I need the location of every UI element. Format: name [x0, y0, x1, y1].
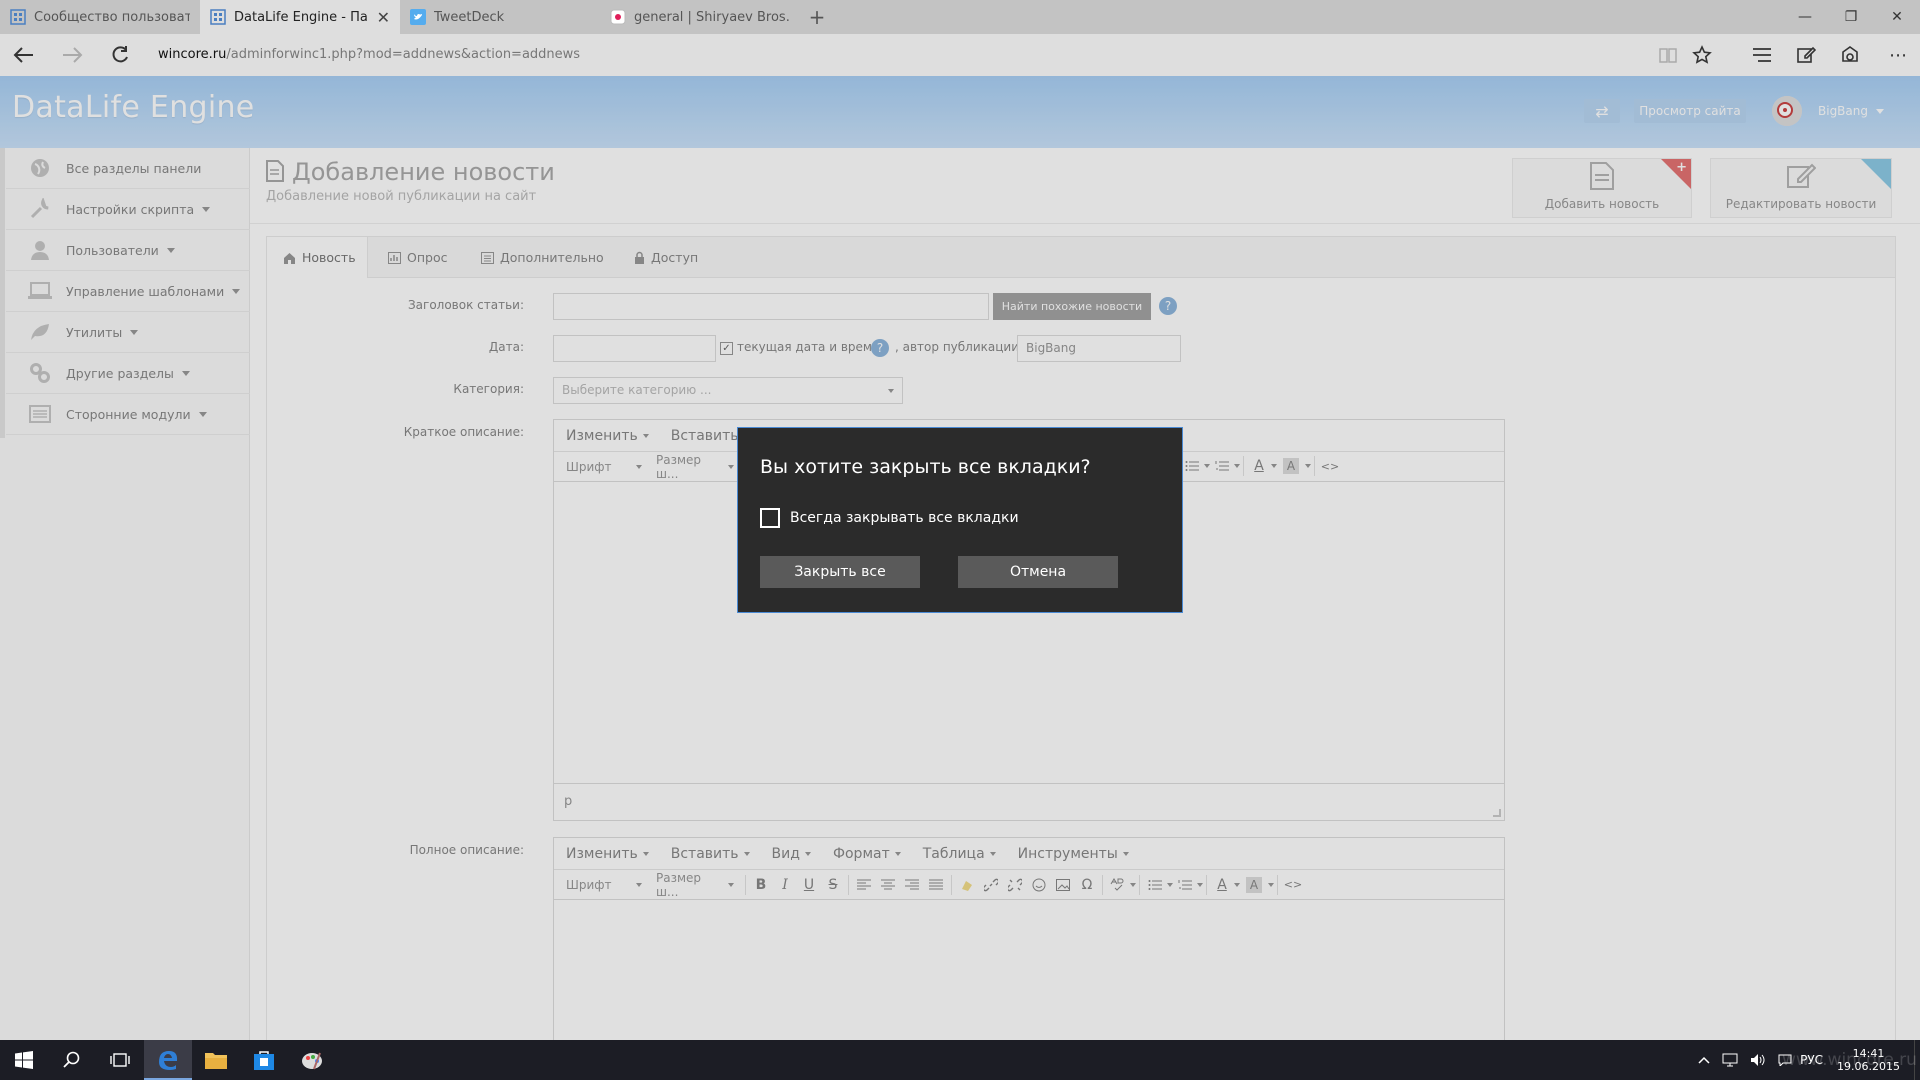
star-icon [1692, 45, 1712, 64]
close-tabs-dialog: Вы хотите закрыть все вкладки? Всегда за… [737, 427, 1183, 613]
close-window-button[interactable]: ✕ [1874, 0, 1920, 34]
browser-tab-title: Сообщество пользователей [34, 9, 190, 25]
browser-tab[interactable]: Сообщество пользователей [0, 0, 200, 34]
share-icon [1842, 46, 1858, 62]
paint-icon [302, 1052, 322, 1070]
watermark: www.wincore.ru [1782, 1050, 1917, 1070]
dialog-title: Вы хотите закрыть все вкладки? [760, 456, 1091, 478]
close-all-button[interactable]: Закрыть все [760, 556, 920, 588]
close-tab-icon[interactable]: ✕ [377, 8, 390, 27]
forward-button[interactable] [52, 34, 92, 76]
network-icon[interactable] [1722, 1053, 1738, 1067]
store-taskbar-icon[interactable] [240, 1040, 288, 1080]
url-path: /adminforwinc1.php?mod=addnews&action=ad… [226, 47, 581, 62]
always-close-label[interactable]: Всегда закрывать все вкладки [790, 508, 1019, 528]
favorite-button[interactable] [1682, 34, 1722, 76]
browser-tab-title: general | Shiryaev Bros. Slack [634, 9, 790, 25]
hub-button[interactable] [1742, 34, 1782, 76]
pen-note-icon [1797, 46, 1816, 63]
arrow-left-icon [13, 47, 33, 63]
restore-button[interactable]: ❐ [1828, 0, 1874, 34]
slack-favicon-icon [610, 9, 626, 25]
app-taskbar-icon[interactable] [288, 1040, 336, 1080]
hub-icon [1753, 48, 1771, 62]
chevron-up-icon[interactable] [1698, 1056, 1710, 1064]
windows-logo-icon [15, 1051, 33, 1069]
browser-tab[interactable]: general | Shiryaev Bros. Slack [600, 0, 800, 34]
more-dots-icon: ⋯ [1889, 44, 1907, 66]
explorer-taskbar-icon[interactable] [192, 1040, 240, 1080]
back-button[interactable] [4, 34, 44, 76]
browser-tab-title: TweetDeck [434, 9, 505, 25]
cancel-button[interactable]: Отмена [958, 556, 1118, 588]
url-domain: wincore.ru [158, 47, 227, 62]
task-view-button[interactable] [96, 1040, 144, 1080]
refresh-icon [112, 46, 128, 63]
new-tab-button[interactable]: + [800, 0, 834, 34]
task-view-icon [110, 1053, 130, 1067]
address-bar[interactable]: wincore.ru/adminforwinc1.php?mod=addnews… [158, 44, 580, 66]
web-note-button[interactable] [1786, 34, 1826, 76]
always-close-checkbox[interactable] [760, 508, 780, 528]
start-button[interactable] [0, 1040, 48, 1080]
search-icon [63, 1051, 80, 1068]
edge-taskbar-icon[interactable] [144, 1040, 192, 1080]
refresh-button[interactable] [100, 34, 140, 76]
browser-tab[interactable]: TweetDeck [400, 0, 600, 34]
more-button[interactable]: ⋯ [1878, 34, 1918, 76]
share-button[interactable] [1830, 34, 1870, 76]
folder-icon [205, 1053, 227, 1069]
book-icon [1659, 48, 1677, 63]
minimize-icon: — [1798, 9, 1812, 25]
store-icon [254, 1051, 274, 1070]
minimize-button[interactable]: — [1782, 0, 1828, 34]
edge-icon [159, 1051, 178, 1070]
restore-icon: ❐ [1844, 9, 1858, 25]
close-icon: ✕ [1891, 9, 1903, 25]
arrow-right-icon [63, 47, 83, 63]
grid-favicon-icon [210, 9, 226, 25]
volume-icon[interactable] [1750, 1053, 1766, 1067]
search-button[interactable] [48, 1040, 96, 1080]
grid-favicon-icon [10, 9, 26, 25]
browser-tab-active[interactable]: DataLife Engine - Панель ✕ [200, 0, 400, 34]
browser-tab-title: DataLife Engine - Панель [234, 9, 369, 25]
twitter-favicon-icon [410, 9, 426, 25]
